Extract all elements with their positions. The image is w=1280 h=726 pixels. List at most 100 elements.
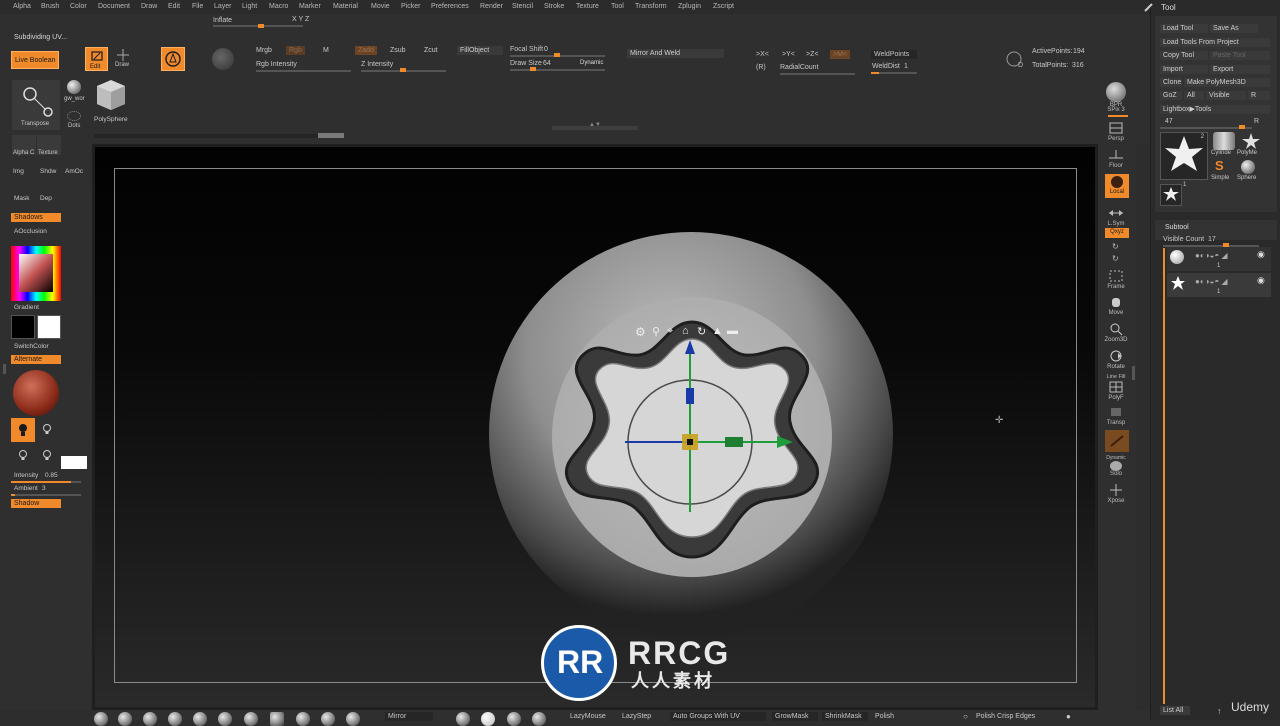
rgb-intensity-label[interactable]: Rgb Intensity xyxy=(256,61,297,68)
brush-thumb-8[interactable] xyxy=(270,712,284,726)
amoc-label[interactable]: AmOc xyxy=(65,168,83,175)
y-sym-button[interactable]: >Y< xyxy=(782,51,795,58)
subtool-row-star[interactable]: ●◐◑◒◓ ◢ ◉ 1 xyxy=(1167,273,1271,297)
menu-color[interactable]: Color xyxy=(70,3,87,10)
brush-thumb-2[interactable] xyxy=(118,712,132,726)
menu-zplugin[interactable]: Zplugin xyxy=(678,3,701,10)
spix-slider[interactable] xyxy=(1108,115,1128,117)
floor-button[interactable]: Floor xyxy=(1102,148,1130,169)
stroke-thumb-2[interactable] xyxy=(481,712,495,726)
brush-thumb-6[interactable] xyxy=(218,712,232,726)
menu-document[interactable]: Document xyxy=(98,3,130,10)
main-color-swatch[interactable] xyxy=(11,315,35,339)
tool-slider-r-button[interactable]: R xyxy=(1254,118,1259,125)
menu-tool[interactable]: Tool xyxy=(611,3,624,10)
polymesh-thumb-icon[interactable] xyxy=(1241,132,1261,150)
shelf-scroll-thumb[interactable] xyxy=(318,133,344,138)
light-bulb-icon-2[interactable] xyxy=(15,448,31,464)
lsym-button[interactable]: L.Sym xyxy=(1102,206,1130,227)
clone-button[interactable]: Clone xyxy=(1160,78,1182,87)
menu-light[interactable]: Light xyxy=(242,3,257,10)
focal-shift-knob[interactable] xyxy=(554,53,560,57)
brush-thumb-4[interactable] xyxy=(168,712,182,726)
rgb-button[interactable]: Rgb xyxy=(286,46,305,55)
color-picker-hue-ring[interactable] xyxy=(11,246,61,301)
menu-macro[interactable]: Macro xyxy=(269,3,288,10)
zcut-button[interactable]: Zcut xyxy=(424,47,438,54)
stroke-thumb-1[interactable] xyxy=(456,712,470,726)
lazystep-label[interactable]: LazyStep xyxy=(622,713,651,720)
lazymouse-button[interactable]: LazyMouse xyxy=(570,713,606,720)
brush-thumb-11[interactable] xyxy=(346,712,360,726)
menu-texture[interactable]: Texture xyxy=(576,3,599,10)
gizmo-x-handle[interactable] xyxy=(725,437,743,447)
lightbox-tools-button[interactable]: Lightbox▶Tools xyxy=(1160,105,1270,114)
dots-stroke-icon[interactable] xyxy=(67,111,81,121)
img-label[interactable]: Img xyxy=(13,168,24,175)
goz-all-button[interactable]: All xyxy=(1184,91,1204,100)
r-sym-button[interactable]: (R) xyxy=(756,64,766,71)
save-as-button[interactable]: Save As xyxy=(1210,24,1258,33)
ghost-button[interactable] xyxy=(1105,430,1129,452)
copy-tool-button[interactable]: Copy Tool xyxy=(1160,51,1208,60)
spix-control[interactable]: SPix 3 xyxy=(1102,107,1130,113)
polyf-button[interactable]: Line Fill PolyF xyxy=(1102,374,1130,401)
draw-size-knob[interactable] xyxy=(530,67,536,71)
persp-button[interactable]: Persp xyxy=(1102,121,1130,142)
pin-icon[interactable]: ⚲ xyxy=(652,325,660,338)
goz-r-button[interactable]: R xyxy=(1248,91,1270,100)
tool-slider-knob[interactable] xyxy=(1239,125,1245,129)
small-tool-thumb[interactable] xyxy=(1160,184,1182,206)
goz-visible-button[interactable]: Visible xyxy=(1206,91,1246,100)
draw-button[interactable]: Draw xyxy=(112,47,135,71)
menu-stencil[interactable]: Stencil xyxy=(512,3,533,10)
brush-thumb-7[interactable] xyxy=(244,712,258,726)
dep-label[interactable]: Dep xyxy=(40,195,52,202)
polish-label[interactable]: Polish xyxy=(875,713,894,720)
xyz-label[interactable]: X Y Z xyxy=(292,16,309,23)
brush-thumb-9[interactable] xyxy=(296,712,310,726)
z-intensity-knob[interactable] xyxy=(400,68,406,72)
menu-alpha[interactable]: Alpha xyxy=(13,3,31,10)
shadows-button[interactable]: Shadows xyxy=(11,213,61,222)
menu-marker[interactable]: Marker xyxy=(299,3,321,10)
subtool-row-sphere[interactable]: ●◐◑◒◓ ◢ ◉ 1 xyxy=(1167,247,1271,271)
rotate-button[interactable]: Rotate xyxy=(1102,349,1130,370)
polish-crisp-edges-label[interactable]: Polish Crisp Edges xyxy=(976,713,1035,720)
menu-picker[interactable]: Picker xyxy=(401,3,420,10)
menu-stroke[interactable]: Stroke xyxy=(544,3,564,10)
menu-layer[interactable]: Layer xyxy=(214,3,232,10)
mirror-and-weld-button[interactable]: Mirror And Weld xyxy=(627,49,724,58)
rotate-axis-icon-2[interactable]: ↻ xyxy=(1112,254,1119,263)
gw-wor-material-icon[interactable] xyxy=(67,80,81,94)
lock-icon[interactable]: ▲ xyxy=(712,325,723,337)
gear-icon[interactable]: ⚙ xyxy=(635,325,646,339)
gizmo-y-handle[interactable] xyxy=(686,388,694,404)
gradient-label[interactable]: Gradient xyxy=(14,304,39,311)
export-button[interactable]: Export xyxy=(1210,65,1270,74)
stroke-thumb-3[interactable] xyxy=(507,712,521,726)
shelf-scrollbar[interactable] xyxy=(94,134,344,138)
transpose-button[interactable]: Transpose xyxy=(12,80,60,130)
x-sym-button[interactable]: >X< xyxy=(756,51,769,58)
ambient-slider[interactable] xyxy=(11,494,81,496)
sphere-thumb-icon[interactable] xyxy=(1241,160,1255,174)
gizmo-y-arrow-icon[interactable] xyxy=(685,340,695,354)
rotate-icon[interactable]: ↻ xyxy=(697,325,706,338)
frame-button[interactable]: Frame xyxy=(1102,269,1130,290)
brush-thumb-10[interactable] xyxy=(321,712,335,726)
transp-button[interactable]: Transp xyxy=(1102,405,1130,426)
right-shelf-scroll-handle[interactable] xyxy=(1132,366,1135,380)
subtool-blend-icons-2[interactable]: ●◐◑◒◓ ◢ xyxy=(1195,277,1228,286)
edit-button[interactable]: Edit xyxy=(85,47,108,71)
menu-transform[interactable]: Transform xyxy=(635,3,667,10)
subtool-blend-icons[interactable]: ●◐◑◒◓ ◢ xyxy=(1195,251,1228,260)
zoom3d-button[interactable]: Zoom3D xyxy=(1102,322,1130,343)
xpose-button[interactable]: Xpose xyxy=(1102,483,1130,504)
simple-brush-thumb-icon[interactable]: S xyxy=(1215,158,1224,173)
tool-title[interactable]: Tool xyxy=(1161,3,1176,12)
transform-gizmo[interactable] xyxy=(625,322,805,522)
current-tool-thumb[interactable]: 2 1 xyxy=(1160,132,1208,188)
material-swatch-icon[interactable] xyxy=(212,48,234,70)
live-boolean-button[interactable]: Live Boolean xyxy=(11,51,59,69)
